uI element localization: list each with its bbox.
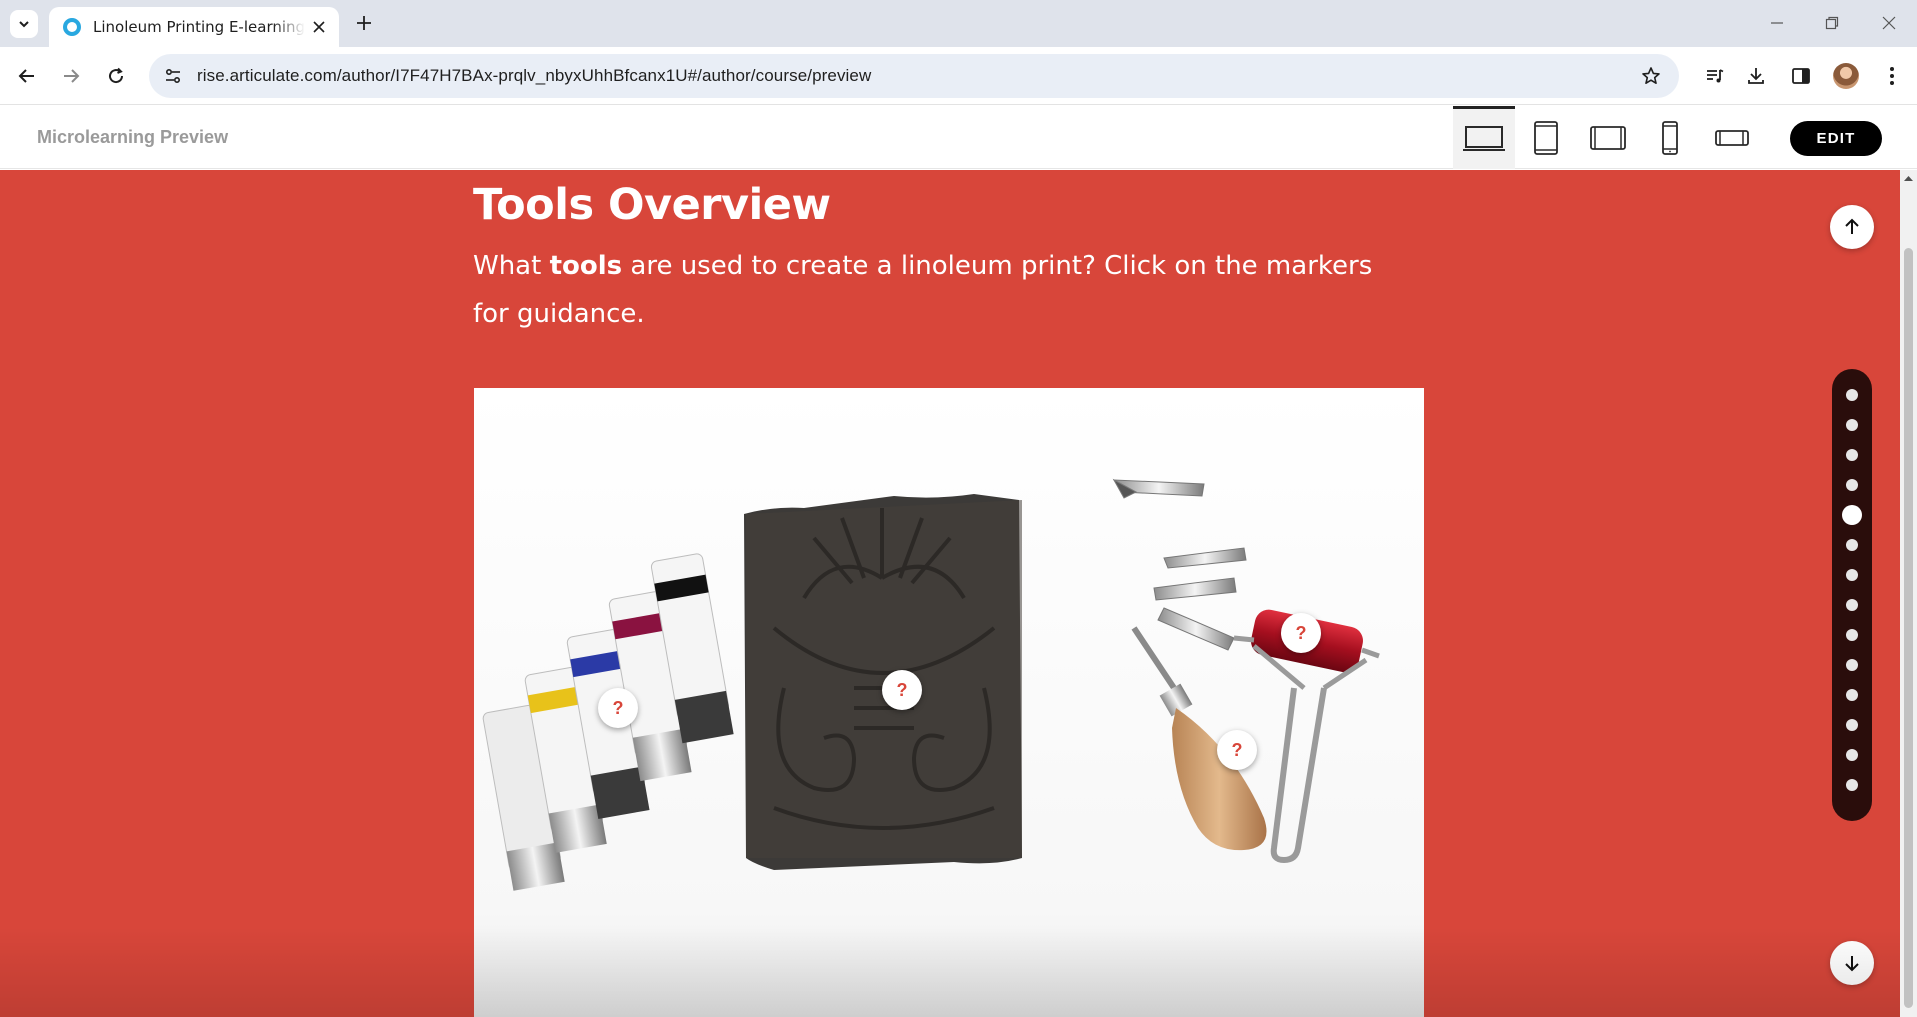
close-icon [1882, 16, 1896, 30]
side-panel-icon[interactable] [1787, 62, 1815, 90]
phone-landscape-icon [1715, 129, 1749, 146]
kebab-menu-icon[interactable] [1878, 62, 1906, 90]
address-bar[interactable]: rise.articulate.com/author/I7F47H7BAx-pr… [149, 54, 1679, 98]
hotspot-marker-brayer-roller[interactable]: ? [1281, 613, 1321, 653]
profile-avatar[interactable] [1833, 63, 1859, 89]
preview-title: Microlearning Preview [37, 127, 229, 147]
minimize-button[interactable] [1757, 8, 1797, 38]
phone-portrait-icon [1662, 120, 1678, 155]
section-dot-7[interactable] [1846, 569, 1858, 581]
tab-title: Linoleum Printing E-learning Gu [93, 18, 305, 36]
section-dot-11[interactable] [1846, 689, 1858, 701]
section-dot-3[interactable] [1846, 449, 1858, 461]
chevron-down-icon [19, 21, 29, 28]
arrow-down-icon [1845, 956, 1859, 972]
tab-close-icon[interactable] [309, 17, 329, 37]
device-switcher [1453, 106, 1763, 169]
reload-icon [109, 67, 124, 84]
close-window-button[interactable] [1869, 8, 1909, 38]
scroll-down-button[interactable] [1830, 941, 1874, 985]
arrow-left-icon [18, 69, 34, 83]
device-desktop-button[interactable] [1453, 106, 1515, 169]
tab-search-button[interactable] [10, 10, 38, 38]
browser-toolbar: rise.articulate.com/author/I7F47H7BAx-pr… [0, 47, 1917, 105]
tablet-landscape-icon [1590, 125, 1626, 150]
section-dot-13[interactable] [1846, 749, 1858, 761]
tablet-portrait-icon [1534, 120, 1558, 155]
url-text: rise.articulate.com/author/I7F47H7BAx-pr… [197, 66, 872, 85]
section-dot-9[interactable] [1846, 629, 1858, 641]
lesson-content: Tools Overview What tools are used to cr… [0, 170, 1900, 1017]
download-icon[interactable] [1742, 62, 1770, 90]
new-tab-button[interactable] [350, 9, 378, 37]
arrow-right-icon [64, 69, 80, 83]
instructions-keyword: tools [549, 251, 623, 281]
lesson-heading: Tools Overview [473, 180, 831, 230]
hotspot-marker-linoleum-block[interactable]: ? [882, 670, 922, 710]
section-dot-4[interactable] [1846, 479, 1858, 491]
section-dot-14[interactable] [1846, 779, 1858, 791]
page-scrollbar[interactable] [1900, 170, 1917, 1017]
section-dot-6[interactable] [1846, 539, 1858, 551]
reload-button[interactable] [100, 60, 132, 92]
rise-favicon-icon [63, 18, 81, 36]
instructions-prefix: What [473, 251, 550, 281]
media-controls-icon[interactable] [1701, 62, 1729, 90]
device-phone-portrait-button[interactable] [1639, 106, 1701, 169]
section-progress-rail [1832, 369, 1872, 821]
scroll-up-button[interactable] [1830, 205, 1874, 249]
site-info-icon[interactable] [161, 64, 185, 88]
browser-tab-bar: Linoleum Printing E-learning Gu [0, 0, 1917, 47]
section-dot-12[interactable] [1846, 719, 1858, 731]
section-dot-2[interactable] [1846, 419, 1858, 431]
lesson-instructions: What tools are used to create a linoleum… [473, 242, 1393, 338]
labeled-graphic: ? ? ? ? [474, 388, 1424, 1017]
restore-icon [1825, 16, 1839, 30]
hotspot-marker-gouge-tool[interactable]: ? [1217, 730, 1257, 770]
rise-preview-header: Microlearning Preview EDIT [0, 106, 1917, 169]
section-dot-10[interactable] [1846, 659, 1858, 671]
device-tablet-portrait-button[interactable] [1515, 106, 1577, 169]
device-phone-landscape-button[interactable] [1701, 106, 1763, 169]
forward-button[interactable] [55, 60, 87, 92]
section-dot-1[interactable] [1846, 389, 1858, 401]
bookmark-star-icon[interactable] [1639, 64, 1663, 88]
back-button[interactable] [11, 60, 43, 92]
restore-button[interactable] [1812, 8, 1852, 38]
arrow-up-icon [1845, 218, 1859, 234]
section-dot-8[interactable] [1846, 599, 1858, 611]
plus-icon [357, 16, 371, 30]
browser-tab-active[interactable]: Linoleum Printing E-learning Gu [49, 7, 339, 47]
scrollbar-thumb[interactable] [1904, 248, 1913, 1008]
device-tablet-landscape-button[interactable] [1577, 106, 1639, 169]
minimize-icon [1771, 22, 1783, 24]
scrollbar-up-icon[interactable] [1900, 172, 1917, 186]
section-dot-5[interactable] [1842, 505, 1862, 525]
hotspot-marker-paint-tubes[interactable]: ? [598, 688, 638, 728]
edit-button[interactable]: EDIT [1790, 121, 1882, 156]
desktop-icon [1463, 126, 1505, 151]
